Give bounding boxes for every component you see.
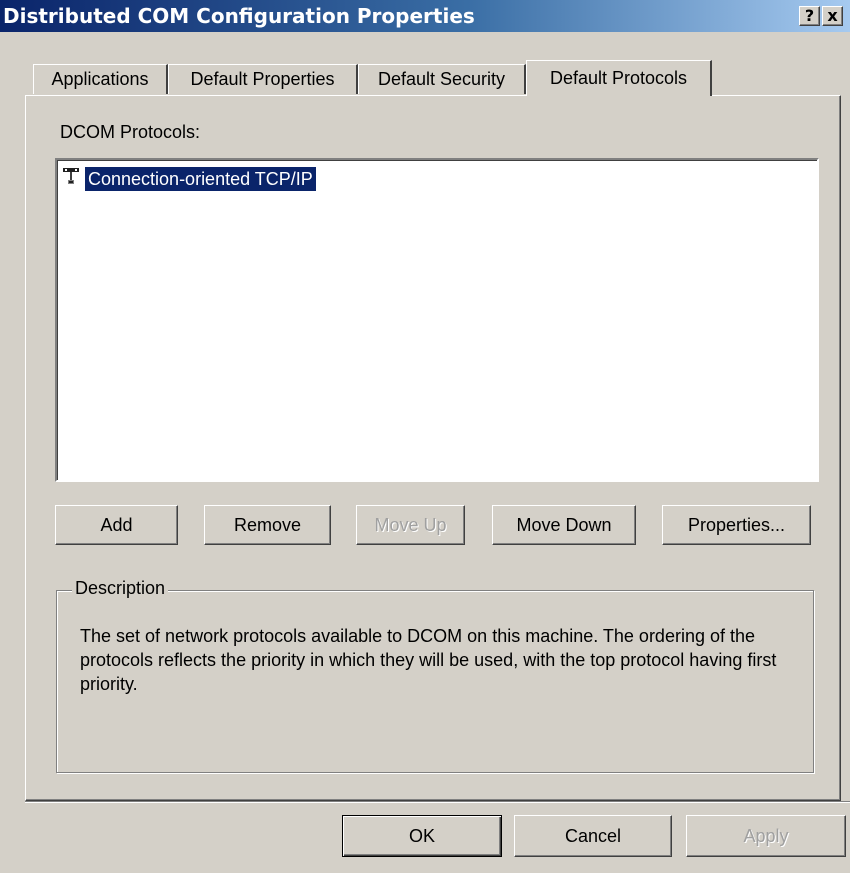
description-text: The set of network protocols available t… xyxy=(80,626,777,694)
tab-label: Default Protocols xyxy=(549,68,688,88)
help-button[interactable]: ? xyxy=(799,6,820,26)
move-up-button[interactable]: Move Up xyxy=(356,505,465,545)
tab-label: Applications xyxy=(51,69,149,89)
move-down-button[interactable]: Move Down xyxy=(492,505,636,545)
list-item-label: Connection-oriented TCP/IP xyxy=(85,166,316,191)
tab-default-protocols[interactable]: Default Protocols xyxy=(526,60,712,96)
list-item[interactable]: Connection-oriented TCP/IP xyxy=(61,166,316,191)
protocols-listbox[interactable]: Connection-oriented TCP/IP xyxy=(55,158,819,482)
properties-button[interactable]: Properties... xyxy=(662,505,811,545)
cancel-button[interactable]: Cancel xyxy=(514,815,672,857)
protocols-label: DCOM Protocols: xyxy=(60,122,201,142)
remove-button[interactable]: Remove xyxy=(204,505,331,545)
tab-label: Default Properties xyxy=(190,69,335,89)
network-protocol-icon xyxy=(61,166,81,191)
tab-applications[interactable]: Applications xyxy=(33,64,168,94)
close-button[interactable]: x xyxy=(822,6,843,26)
apply-button[interactable]: Apply xyxy=(686,815,846,857)
tab-default-security[interactable]: Default Security xyxy=(358,64,526,94)
ok-button[interactable]: OK xyxy=(342,815,502,857)
footer-divider xyxy=(25,801,850,803)
tab-default-properties[interactable]: Default Properties xyxy=(168,64,358,94)
description-legend: Description xyxy=(72,578,169,599)
add-button[interactable]: Add xyxy=(55,505,178,545)
tab-label: Default Security xyxy=(377,69,506,89)
window-title: Distributed COM Configuration Properties xyxy=(3,4,475,28)
title-bar[interactable]: Distributed COM Configuration Properties… xyxy=(0,0,850,32)
